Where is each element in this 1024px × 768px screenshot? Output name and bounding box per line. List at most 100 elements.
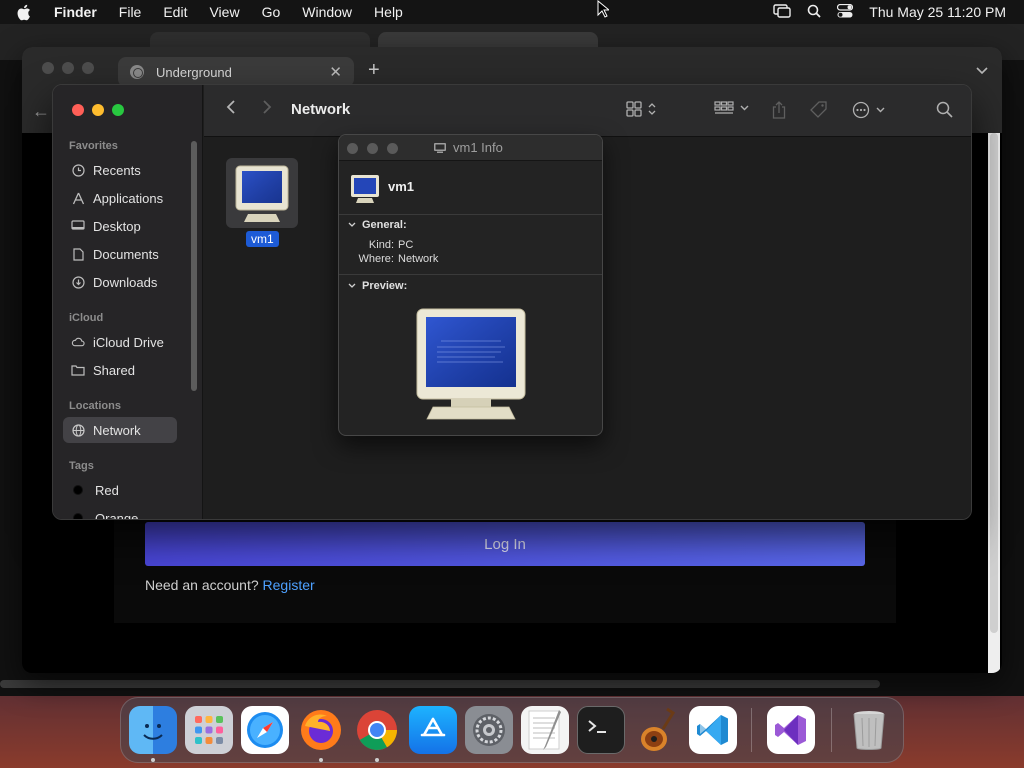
menu-edit[interactable]: Edit xyxy=(163,4,187,20)
dock-vscode-icon[interactable] xyxy=(689,706,737,754)
sidebar-item-label: Documents xyxy=(93,246,159,262)
sidebar-item-downloads[interactable]: Downloads xyxy=(63,269,177,295)
menu-bar: Finder File Edit View Go Window Help Thu… xyxy=(0,0,1024,24)
menu-app-name[interactable]: Finder xyxy=(54,4,97,20)
apple-menu-icon[interactable] xyxy=(16,4,42,21)
window-minimize-button[interactable] xyxy=(62,62,74,74)
need-account-text: Need an account? xyxy=(145,577,259,593)
sidebar-item-documents[interactable]: Documents xyxy=(63,241,177,267)
new-tab-icon[interactable]: + xyxy=(368,60,380,80)
browser-tab[interactable]: Underground ✕ xyxy=(118,57,354,87)
finder-zoom-button[interactable] xyxy=(112,104,124,116)
pc-small-icon xyxy=(434,142,446,153)
menu-go[interactable]: Go xyxy=(262,4,281,20)
sidebar-heading-icloud: iCloud xyxy=(69,312,104,324)
view-mode-icon[interactable] xyxy=(626,101,656,117)
divider xyxy=(339,214,602,215)
share-icon[interactable] xyxy=(772,101,786,119)
sidebar-item-icloud-drive[interactable]: iCloud Drive xyxy=(63,329,177,355)
finder-close-button[interactable] xyxy=(72,104,84,116)
sidebar-item-desktop[interactable]: Desktop xyxy=(63,213,177,239)
dock-terminal-icon[interactable] xyxy=(577,706,625,754)
tag-icon[interactable] xyxy=(810,101,828,119)
chevron-down-icon[interactable] xyxy=(976,62,988,78)
sidebar-item-applications[interactable]: Applications xyxy=(63,185,177,211)
dock-divider xyxy=(831,708,832,752)
tag-dot-icon xyxy=(73,485,83,495)
sidebar-scrollbar[interactable] xyxy=(191,141,197,391)
dock-chrome-icon[interactable] xyxy=(353,706,401,754)
menu-clock[interactable]: Thu May 25 11:20 PM xyxy=(869,4,1006,20)
running-indicator xyxy=(151,758,155,762)
search-icon[interactable] xyxy=(936,101,953,118)
info-title: vm1 Info xyxy=(433,140,503,155)
vm1-item-label[interactable]: vm1 xyxy=(246,231,279,247)
download-icon xyxy=(71,275,85,289)
sidebar-tag-orange[interactable]: Orange xyxy=(63,505,177,519)
menu-view[interactable]: View xyxy=(209,4,239,20)
register-link[interactable]: Register xyxy=(263,577,315,593)
dock-trash-icon[interactable] xyxy=(845,706,893,754)
sidebar-heading-locations: Locations xyxy=(69,400,121,412)
dock-finder-icon[interactable] xyxy=(129,706,177,754)
back-chevron-icon[interactable] xyxy=(226,99,236,120)
forward-chevron-icon[interactable] xyxy=(262,99,272,120)
sidebar-heading-tags: Tags xyxy=(69,460,94,472)
dock xyxy=(120,697,904,763)
dock-textedit-icon[interactable] xyxy=(521,706,569,754)
spotlight-search-icon[interactable] xyxy=(807,4,821,21)
info-close-button[interactable] xyxy=(347,143,358,154)
vm1-item[interactable] xyxy=(226,158,298,228)
window-close-button[interactable] xyxy=(42,62,54,74)
where-key: Where: xyxy=(358,253,394,265)
info-title-text: vm1 Info xyxy=(453,140,503,155)
sidebar-item-label: iCloud Drive xyxy=(93,334,164,350)
general-section-toggle[interactable]: General: xyxy=(348,219,407,231)
dock-firefox-icon[interactable] xyxy=(297,706,345,754)
sidebar-item-recents[interactable]: Recents xyxy=(63,157,177,183)
dock-launchpad-icon[interactable] xyxy=(185,706,233,754)
finder-toolbar: Network xyxy=(204,85,971,137)
preview-section-toggle[interactable]: Preview: xyxy=(348,280,407,292)
control-center-icon[interactable] xyxy=(837,3,854,21)
mouse-cursor-icon xyxy=(597,0,609,18)
finder-minimize-button[interactable] xyxy=(92,104,104,116)
group-by-icon[interactable] xyxy=(714,101,749,115)
dock-app-store-icon[interactable] xyxy=(409,706,457,754)
login-button[interactable]: Log In xyxy=(145,522,865,566)
dock-system-settings-icon[interactable] xyxy=(465,706,513,754)
info-titlebar: vm1 Info xyxy=(339,135,602,161)
info-minimize-button[interactable] xyxy=(367,143,378,154)
chevron-down-icon xyxy=(348,283,356,288)
tag-dot-icon xyxy=(73,513,83,519)
dock-visual-studio-icon[interactable] xyxy=(767,706,815,754)
dock-divider xyxy=(751,708,752,752)
pc-preview-image xyxy=(416,308,526,420)
finder-window-title: Network xyxy=(291,101,351,118)
horizontal-scrollbar[interactable] xyxy=(0,680,880,688)
browser-back-icon[interactable]: ← xyxy=(32,101,50,122)
document-icon xyxy=(71,247,85,261)
general-heading: General: xyxy=(362,219,407,231)
finder-sidebar: Favorites Recents Applications Desktop D… xyxy=(53,85,203,519)
clock-icon xyxy=(71,163,85,177)
sidebar-item-shared[interactable]: Shared xyxy=(63,357,177,383)
menu-window[interactable]: Window xyxy=(302,4,352,20)
sidebar-heading-favorites: Favorites xyxy=(69,140,118,152)
menu-help[interactable]: Help xyxy=(374,4,403,20)
where-row: Where: Network xyxy=(357,253,439,265)
screen-mirroring-icon[interactable] xyxy=(773,3,791,21)
preview-heading: Preview: xyxy=(362,280,408,292)
where-value: Network xyxy=(398,253,439,265)
more-actions-icon[interactable] xyxy=(852,101,885,119)
info-zoom-button[interactable] xyxy=(387,143,398,154)
tab-close-icon[interactable]: ✕ xyxy=(329,63,342,81)
window-zoom-button[interactable] xyxy=(82,62,94,74)
sidebar-tag-red[interactable]: Red xyxy=(63,477,177,503)
dock-garageband-icon[interactable] xyxy=(633,706,681,754)
page-scrollbar-thumb[interactable] xyxy=(990,133,998,633)
sidebar-item-network[interactable]: Network xyxy=(63,417,177,443)
cloud-icon xyxy=(71,335,85,349)
menu-file[interactable]: File xyxy=(119,4,142,20)
dock-safari-icon[interactable] xyxy=(241,706,289,754)
